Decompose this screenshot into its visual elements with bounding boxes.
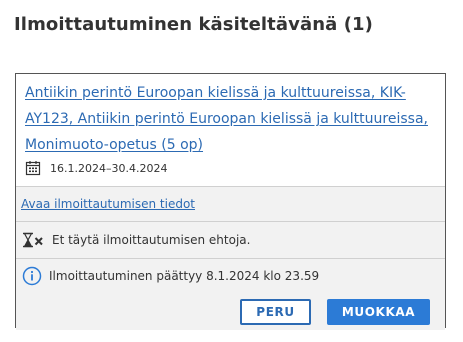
cancel-button[interactable]: PERU: [240, 299, 311, 325]
warning-text: Et täytä ilmoittautumisen ehtoja.: [52, 233, 251, 247]
enrollment-card: Antiikin perintö Euroopan kielissä ja ku…: [15, 73, 446, 330]
requirements-warning: Et täytä ilmoittautumisen ehtoja.: [16, 221, 445, 258]
course-link-line-1: Antiikin perintö Euroopan kielissä ja ku…: [25, 85, 406, 101]
info-icon: [22, 266, 42, 286]
calendar-icon: [25, 161, 41, 176]
edit-button[interactable]: MUOKKAA: [327, 299, 430, 325]
course-dates: 16.1.2024–30.4.2024: [25, 160, 437, 176]
action-buttons: PERU MUOKKAA: [240, 299, 430, 325]
course-info: Antiikin perintö Euroopan kielissä ja ku…: [16, 74, 445, 186]
course-link-line-2: AY123, Antiikin perintö Euroopan kieliss…: [25, 111, 428, 127]
details-section: Avaa ilmoittautumisen tiedot: [16, 186, 445, 221]
course-link-line-3: Monimuoto-opetus (5 op): [25, 137, 204, 153]
page-title: Ilmoittautuminen käsiteltävänä (1): [14, 14, 373, 35]
details-link[interactable]: Avaa ilmoittautumisen tiedot: [21, 197, 195, 211]
deadline-text: Ilmoittautuminen päättyy 8.1.2024 klo 23…: [49, 269, 320, 283]
date-range: 16.1.2024–30.4.2024: [50, 161, 168, 175]
deadline-info: Ilmoittautuminen päättyy 8.1.2024 klo 23…: [22, 259, 439, 293]
hourglass-x-icon: [23, 232, 43, 248]
course-link[interactable]: Antiikin perintö Euroopan kielissä ja ku…: [25, 80, 437, 158]
info-section: Ilmoittautuminen päättyy 8.1.2024 klo 23…: [16, 258, 445, 330]
